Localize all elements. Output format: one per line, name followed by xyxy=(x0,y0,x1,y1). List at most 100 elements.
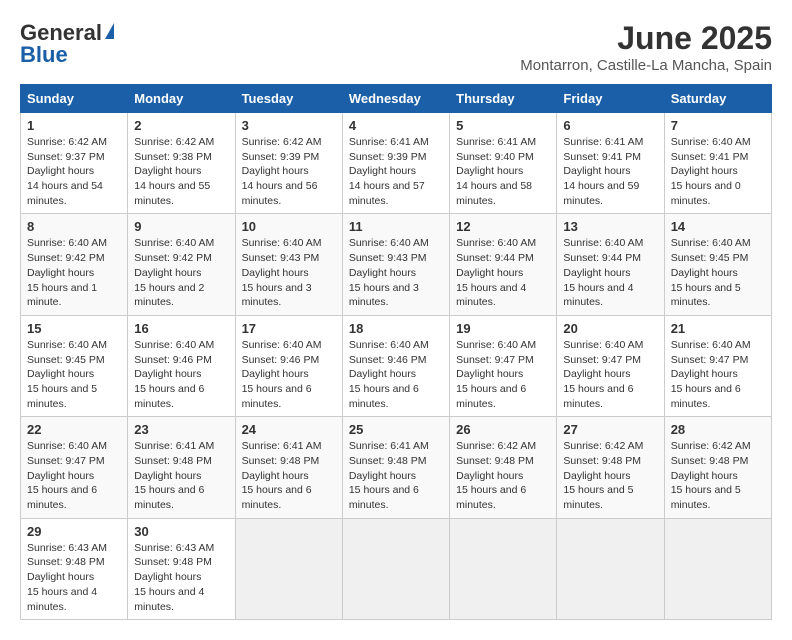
daylight-value: 14 hours and 57 minutes. xyxy=(349,180,425,207)
sunrise-label: Sunrise: 6:40 AM xyxy=(456,339,536,351)
cell-content: Sunrise: 6:41 AM Sunset: 9:40 PM Dayligh… xyxy=(456,135,550,208)
daylight-value: 15 hours and 2 minutes. xyxy=(134,282,204,309)
sunset-label: Sunset: 9:43 PM xyxy=(242,252,320,264)
sunset-label: Sunset: 9:48 PM xyxy=(456,455,534,467)
day-number: 13 xyxy=(563,219,657,234)
cell-content: Sunrise: 6:43 AM Sunset: 9:48 PM Dayligh… xyxy=(134,541,228,614)
daylight-label: Daylight hours xyxy=(671,267,738,279)
day-number: 24 xyxy=(242,422,336,437)
cell-content: Sunrise: 6:40 AM Sunset: 9:41 PM Dayligh… xyxy=(671,135,765,208)
sunset-label: Sunset: 9:46 PM xyxy=(134,354,212,366)
cell-content: Sunrise: 6:40 AM Sunset: 9:46 PM Dayligh… xyxy=(134,338,228,411)
daylight-label: Daylight hours xyxy=(456,267,523,279)
cell-content: Sunrise: 6:41 AM Sunset: 9:48 PM Dayligh… xyxy=(349,439,443,512)
calendar-cell: 3 Sunrise: 6:42 AM Sunset: 9:39 PM Dayli… xyxy=(235,113,342,214)
daylight-label: Daylight hours xyxy=(349,165,416,177)
daylight-label: Daylight hours xyxy=(563,368,630,380)
sunrise-label: Sunrise: 6:40 AM xyxy=(27,440,107,452)
day-number: 23 xyxy=(134,422,228,437)
day-number: 5 xyxy=(456,118,550,133)
daylight-value: 15 hours and 6 minutes. xyxy=(134,484,204,511)
daylight-value: 15 hours and 6 minutes. xyxy=(242,484,312,511)
day-of-week-header: Tuesday xyxy=(235,85,342,113)
sunrise-label: Sunrise: 6:40 AM xyxy=(563,237,643,249)
cell-content: Sunrise: 6:42 AM Sunset: 9:48 PM Dayligh… xyxy=(563,439,657,512)
day-number: 27 xyxy=(563,422,657,437)
daylight-value: 15 hours and 6 minutes. xyxy=(27,484,97,511)
calendar-cell xyxy=(342,518,449,619)
sunrise-label: Sunrise: 6:42 AM xyxy=(27,136,107,148)
daylight-value: 15 hours and 5 minutes. xyxy=(27,383,97,410)
daylight-value: 15 hours and 0 minutes. xyxy=(671,180,741,207)
daylight-value: 15 hours and 3 minutes. xyxy=(349,282,419,309)
daylight-label: Daylight hours xyxy=(349,470,416,482)
calendar-cell: 14 Sunrise: 6:40 AM Sunset: 9:45 PM Dayl… xyxy=(664,214,771,315)
calendar-cell: 13 Sunrise: 6:40 AM Sunset: 9:44 PM Dayl… xyxy=(557,214,664,315)
sunrise-label: Sunrise: 6:40 AM xyxy=(134,339,214,351)
sunset-label: Sunset: 9:46 PM xyxy=(242,354,320,366)
day-number: 15 xyxy=(27,321,121,336)
cell-content: Sunrise: 6:42 AM Sunset: 9:37 PM Dayligh… xyxy=(27,135,121,208)
cell-content: Sunrise: 6:42 AM Sunset: 9:39 PM Dayligh… xyxy=(242,135,336,208)
daylight-value: 15 hours and 6 minutes. xyxy=(242,383,312,410)
sunset-label: Sunset: 9:45 PM xyxy=(27,354,105,366)
cell-content: Sunrise: 6:43 AM Sunset: 9:48 PM Dayligh… xyxy=(27,541,121,614)
cell-content: Sunrise: 6:41 AM Sunset: 9:39 PM Dayligh… xyxy=(349,135,443,208)
day-of-week-header: Saturday xyxy=(664,85,771,113)
day-number: 4 xyxy=(349,118,443,133)
sunrise-label: Sunrise: 6:41 AM xyxy=(563,136,643,148)
cell-content: Sunrise: 6:40 AM Sunset: 9:47 PM Dayligh… xyxy=(456,338,550,411)
sunset-label: Sunset: 9:47 PM xyxy=(563,354,641,366)
calendar-cell: 9 Sunrise: 6:40 AM Sunset: 9:42 PM Dayli… xyxy=(128,214,235,315)
sunset-label: Sunset: 9:48 PM xyxy=(563,455,641,467)
sunrise-label: Sunrise: 6:42 AM xyxy=(456,440,536,452)
daylight-label: Daylight hours xyxy=(134,267,201,279)
sunrise-label: Sunrise: 6:42 AM xyxy=(134,136,214,148)
daylight-value: 15 hours and 6 minutes. xyxy=(671,383,741,410)
logo: General Blue xyxy=(20,20,114,68)
sunset-label: Sunset: 9:44 PM xyxy=(456,252,534,264)
sunrise-label: Sunrise: 6:40 AM xyxy=(242,237,322,249)
sunset-label: Sunset: 9:42 PM xyxy=(134,252,212,264)
cell-content: Sunrise: 6:40 AM Sunset: 9:43 PM Dayligh… xyxy=(242,236,336,309)
day-number: 12 xyxy=(456,219,550,234)
sunrise-label: Sunrise: 6:40 AM xyxy=(671,237,751,249)
day-number: 21 xyxy=(671,321,765,336)
sunset-label: Sunset: 9:41 PM xyxy=(563,151,641,163)
daylight-label: Daylight hours xyxy=(242,368,309,380)
sunset-label: Sunset: 9:39 PM xyxy=(242,151,320,163)
sunrise-label: Sunrise: 6:41 AM xyxy=(456,136,536,148)
day-of-week-header: Monday xyxy=(128,85,235,113)
sunrise-label: Sunrise: 6:40 AM xyxy=(27,237,107,249)
calendar-header-row: SundayMondayTuesdayWednesdayThursdayFrid… xyxy=(21,85,772,113)
sunrise-label: Sunrise: 6:40 AM xyxy=(242,339,322,351)
daylight-value: 14 hours and 55 minutes. xyxy=(134,180,210,207)
day-number: 28 xyxy=(671,422,765,437)
day-of-week-header: Thursday xyxy=(450,85,557,113)
calendar-cell: 10 Sunrise: 6:40 AM Sunset: 9:43 PM Dayl… xyxy=(235,214,342,315)
sunset-label: Sunset: 9:37 PM xyxy=(27,151,105,163)
calendar-cell: 12 Sunrise: 6:40 AM Sunset: 9:44 PM Dayl… xyxy=(450,214,557,315)
sunrise-label: Sunrise: 6:40 AM xyxy=(349,237,429,249)
daylight-label: Daylight hours xyxy=(563,470,630,482)
day-number: 19 xyxy=(456,321,550,336)
daylight-value: 15 hours and 4 minutes. xyxy=(563,282,633,309)
sunset-label: Sunset: 9:47 PM xyxy=(671,354,749,366)
page-header: General Blue June 2025 Montarron, Castil… xyxy=(20,20,772,74)
daylight-value: 14 hours and 59 minutes. xyxy=(563,180,639,207)
daylight-label: Daylight hours xyxy=(27,267,94,279)
daylight-value: 14 hours and 54 minutes. xyxy=(27,180,103,207)
cell-content: Sunrise: 6:40 AM Sunset: 9:44 PM Dayligh… xyxy=(456,236,550,309)
daylight-label: Daylight hours xyxy=(27,368,94,380)
logo-triangle-icon xyxy=(105,23,114,39)
daylight-label: Daylight hours xyxy=(242,470,309,482)
calendar-cell: 1 Sunrise: 6:42 AM Sunset: 9:37 PM Dayli… xyxy=(21,113,128,214)
day-number: 30 xyxy=(134,524,228,539)
daylight-label: Daylight hours xyxy=(134,571,201,583)
month-title: June 2025 xyxy=(520,20,772,57)
daylight-value: 15 hours and 1 minute. xyxy=(27,282,97,309)
daylight-value: 15 hours and 6 minutes. xyxy=(456,383,526,410)
daylight-value: 15 hours and 6 minutes. xyxy=(134,383,204,410)
calendar-cell: 11 Sunrise: 6:40 AM Sunset: 9:43 PM Dayl… xyxy=(342,214,449,315)
sunset-label: Sunset: 9:38 PM xyxy=(134,151,212,163)
